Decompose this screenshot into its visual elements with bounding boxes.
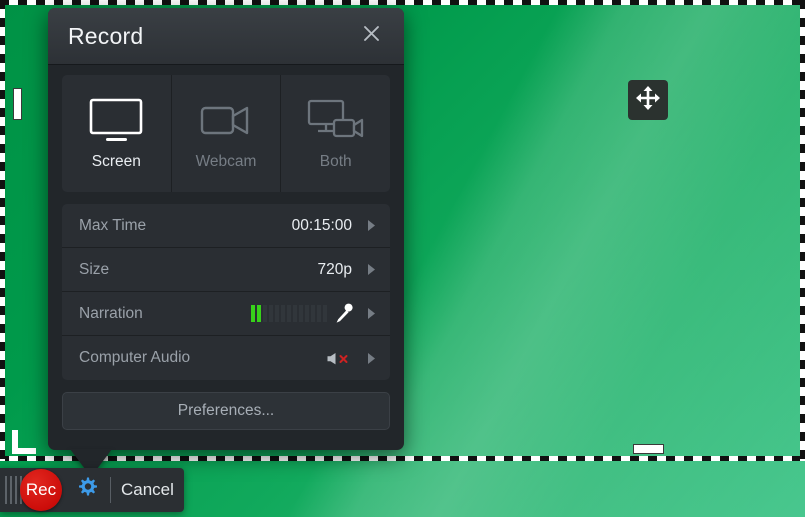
meter-bar	[305, 305, 309, 322]
meter-bar	[269, 305, 273, 322]
setting-row-computer-audio[interactable]: Computer Audio	[62, 336, 390, 380]
mode-selector: Screen Webcam Both	[62, 75, 390, 192]
chevron-right-icon	[364, 307, 378, 320]
dialog-titlebar: Record	[48, 8, 404, 65]
setting-label-narration: Narration	[79, 304, 143, 322]
move-arrows-icon	[635, 85, 661, 116]
preferences-button[interactable]: Preferences...	[62, 392, 390, 430]
rec-button-label: Rec	[25, 480, 57, 499]
selection-border-right	[800, 0, 805, 461]
cancel-label: Cancel	[121, 480, 174, 499]
recording-toolbar: Rec Cancel	[0, 468, 184, 512]
mode-button-webcam[interactable]: Webcam	[172, 75, 282, 192]
speaker-muted-icon[interactable]	[326, 349, 352, 368]
setting-row-narration[interactable]: Narration	[62, 292, 390, 336]
selection-border-top	[0, 0, 805, 5]
rec-button[interactable]: Rec	[20, 469, 62, 511]
selection-handle-bottom-left[interactable]	[12, 430, 36, 454]
meter-bar	[299, 305, 303, 322]
mode-button-screen[interactable]: Screen	[62, 75, 172, 192]
meter-bar	[311, 305, 315, 322]
mode-label-both: Both	[319, 152, 352, 170]
preferences-label: Preferences...	[177, 402, 275, 419]
microphone-icon[interactable]	[335, 303, 354, 324]
chevron-right-icon	[364, 263, 378, 276]
monitor-icon	[87, 97, 145, 143]
selection-border-bottom	[0, 456, 805, 461]
camcorder-icon	[197, 97, 255, 143]
drag-grip-icon[interactable]	[0, 475, 22, 505]
setting-value-max-time: 00:15:00	[291, 216, 352, 234]
narration-level-meter	[251, 305, 327, 322]
meter-bar	[293, 305, 297, 322]
cancel-button[interactable]: Cancel	[121, 480, 174, 500]
setting-label-size: Size	[79, 260, 110, 278]
mode-button-both[interactable]: Both	[281, 75, 390, 192]
setting-value-size: 720p	[317, 260, 352, 278]
gear-button[interactable]	[70, 476, 104, 505]
meter-bar	[287, 305, 291, 322]
setting-row-size[interactable]: Size 720p	[62, 248, 390, 292]
gear-icon	[75, 476, 99, 505]
move-widget[interactable]	[628, 80, 668, 120]
meter-bar	[317, 305, 321, 322]
selection-handle-bottom[interactable]	[633, 444, 664, 454]
close-button[interactable]	[354, 19, 388, 53]
mode-label-screen: Screen	[91, 152, 141, 170]
dialog-body: Screen Webcam Both Max Time 00:15:00 Siz…	[48, 65, 404, 430]
meter-bar	[263, 305, 267, 322]
setting-label-computer-audio: Computer Audio	[79, 349, 191, 366]
page-title: Record	[68, 22, 144, 49]
settings-list: Max Time 00:15:00 Size 720p Narration Co…	[62, 204, 390, 380]
meter-bar	[257, 305, 261, 322]
meter-bar	[251, 305, 255, 322]
setting-row-max-time[interactable]: Max Time 00:15:00	[62, 204, 390, 248]
selection-handle-left[interactable]	[13, 88, 22, 120]
record-dialog: Record Screen Webcam Both Max Time 00:15…	[48, 8, 404, 477]
mode-label-webcam: Webcam	[195, 152, 257, 170]
meter-bar	[281, 305, 285, 322]
meter-bar	[275, 305, 279, 322]
setting-label-max-time: Max Time	[79, 216, 147, 234]
toolbar-divider	[110, 477, 111, 503]
chevron-right-icon	[364, 219, 378, 232]
meter-bar	[323, 305, 327, 322]
selection-border-left	[0, 0, 5, 461]
monitor-camera-icon	[305, 97, 367, 143]
chevron-right-icon	[364, 352, 378, 365]
close-icon	[362, 24, 381, 48]
